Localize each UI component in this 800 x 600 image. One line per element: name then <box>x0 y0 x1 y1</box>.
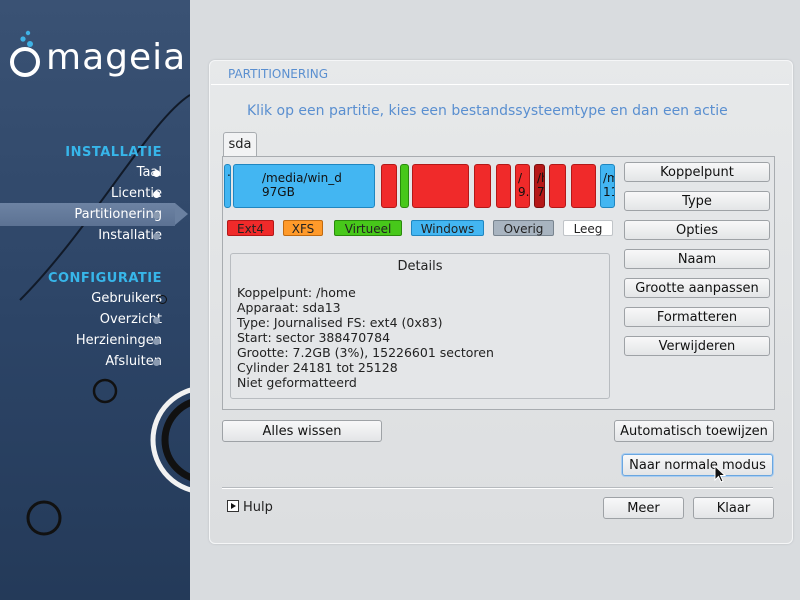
koppelpunt-button[interactable]: Koppelpunt <box>624 162 770 182</box>
legend-leeg: Leeg <box>563 220 613 236</box>
normal-mode-button[interactable]: Naar normale modus <box>622 454 773 476</box>
step-current-icon <box>153 212 160 219</box>
done-button[interactable]: Klaar <box>693 497 774 519</box>
instruction-text: Klik op een partitie, kies een bestandss… <box>247 103 728 119</box>
active-step-arrow <box>175 203 188 225</box>
step-todo-icon <box>153 317 160 324</box>
detail-line: Type: Journalised FS: ext4 (0x83) <box>237 315 443 330</box>
detail-line: Start: sector 388470784 <box>237 330 391 345</box>
detail-line: Grootte: 7.2GB (3%), 15226601 sectoren <box>237 345 494 360</box>
section-title-installatie: INSTALLATIE <box>65 145 162 160</box>
step-todo-icon <box>153 359 160 366</box>
sidebar-item-herzieningen: Herzieningen <box>75 333 162 348</box>
mouse-cursor-icon <box>714 465 727 483</box>
sidebar-item-gebruikers: Gebruikers <box>91 291 162 306</box>
sidebar-item-partitionering: Partitionering <box>74 207 162 222</box>
panel-title: PARTITIONERING <box>228 67 329 81</box>
mageia-logo-icon <box>10 30 40 77</box>
grootte-aanpassen-button[interactable]: Grootte aanpassen <box>624 278 770 298</box>
legend-windows: Windows <box>411 220 484 236</box>
legend-xfs: XFS <box>283 220 323 236</box>
partition-segment[interactable] <box>381 164 397 208</box>
legend-virtueel: Virtueel <box>334 220 402 236</box>
step-done-icon <box>153 170 160 177</box>
partition-segment[interactable] <box>400 164 409 208</box>
expand-arrow-icon <box>227 500 239 512</box>
detail-line: Koppelpunt: /home <box>237 285 356 300</box>
sidebar: mageia INSTALLATIE Taal Licentie Partiti… <box>0 0 190 600</box>
partition-segment[interactable]: /media/win_d 97GB <box>233 164 375 208</box>
type-button[interactable]: Type <box>624 191 770 211</box>
partition-segment[interactable] <box>571 164 596 208</box>
detail-line: Cylinder 24181 tot 25128 <box>237 360 398 375</box>
auto-allocate-button[interactable]: Automatisch toewijzen <box>614 420 774 442</box>
naam-button[interactable]: Naam <box>624 249 770 269</box>
formatteren-button[interactable]: Formatteren <box>624 307 770 327</box>
partition-segment[interactable] <box>496 164 511 208</box>
brand-name: mageia <box>46 37 187 78</box>
detail-line: Apparaat: sda13 <box>237 300 341 315</box>
step-todo-icon <box>153 233 160 240</box>
help-toggle[interactable]: Hulp <box>227 500 273 515</box>
step-todo-icon <box>158 295 167 304</box>
divider <box>222 487 773 489</box>
help-label: Hulp <box>243 500 273 515</box>
partition-segment[interactable]: /m11 <box>600 164 615 208</box>
details-box: Details Koppelpunt: /home Apparaat: sda1… <box>230 253 610 399</box>
step-todo-icon <box>153 338 160 345</box>
verwijderen-button[interactable]: Verwijderen <box>624 336 770 356</box>
clear-all-button[interactable]: Alles wissen <box>222 420 382 442</box>
details-lines: Koppelpunt: /home Apparaat: sda13 Type: … <box>237 285 494 390</box>
divider <box>211 84 789 85</box>
detail-line: Niet geformatteerd <box>237 375 357 390</box>
more-button[interactable]: Meer <box>603 497 684 519</box>
partition-segment-selected[interactable]: /h7. <box>534 164 545 208</box>
legend-ext4: Ext4 <box>227 220 274 236</box>
opties-button[interactable]: Opties <box>624 220 770 240</box>
partition-segment[interactable] <box>412 164 469 208</box>
section-title-configuratie: CONFIGURATIE <box>47 271 162 286</box>
partition-segment[interactable] <box>549 164 566 208</box>
tab-sda[interactable]: sda <box>223 132 257 157</box>
legend-overig: Overig <box>493 220 554 236</box>
step-done-icon <box>153 191 160 198</box>
partition-segment[interactable] <box>474 164 491 208</box>
partition-segment[interactable]: /9. <box>515 164 530 208</box>
details-title: Details <box>397 259 443 274</box>
partition-segment[interactable]: . <box>224 164 231 208</box>
